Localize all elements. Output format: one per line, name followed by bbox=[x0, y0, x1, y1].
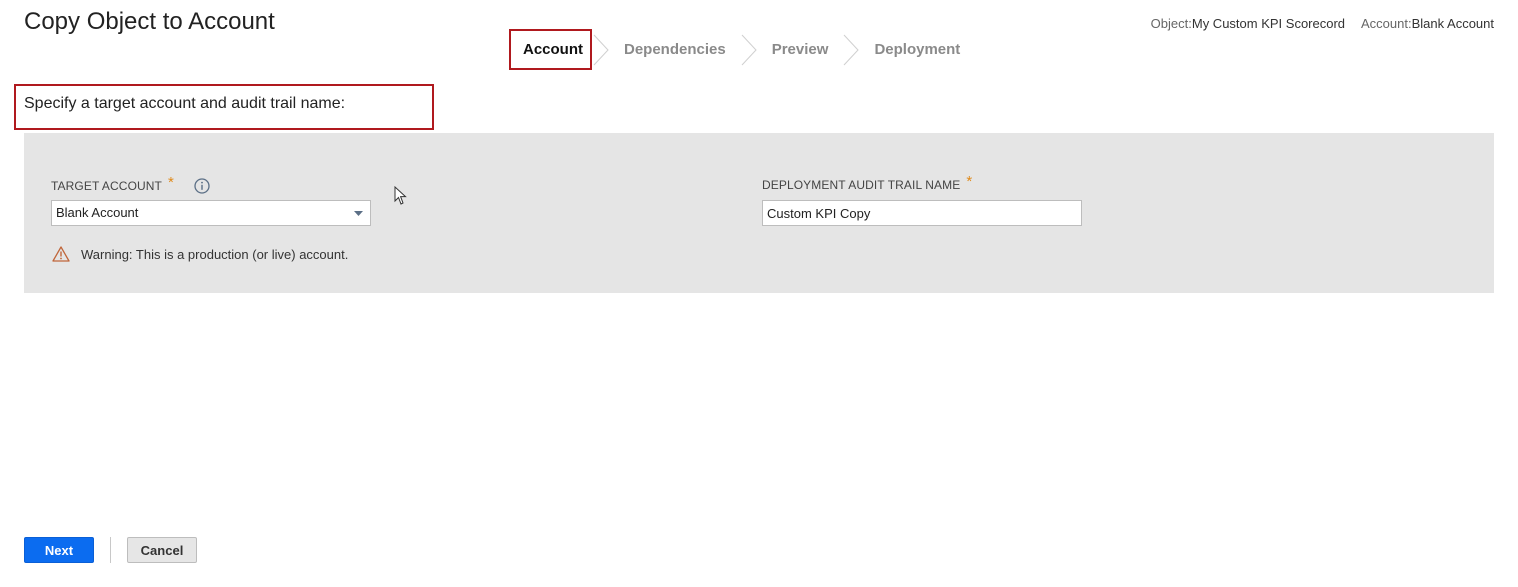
production-warning: Warning: This is a production (or live) … bbox=[52, 246, 348, 262]
account-context-value: Blank Account bbox=[1411, 16, 1494, 31]
chevron-right-icon bbox=[740, 33, 758, 67]
warning-icon bbox=[52, 246, 70, 262]
target-account-label: TARGET ACCOUNT * bbox=[51, 174, 210, 194]
step-account[interactable]: Account bbox=[509, 29, 592, 70]
next-button[interactable]: Next bbox=[24, 537, 94, 563]
step-preview[interactable]: Preview bbox=[758, 29, 843, 71]
page-title: Copy Object to Account bbox=[24, 8, 275, 35]
form-panel: TARGET ACCOUNT * Blank Account DEPLOYMEN… bbox=[24, 133, 1494, 293]
step-deployment[interactable]: Deployment bbox=[860, 29, 974, 71]
wizard-steps: Account Dependencies Preview Deployment bbox=[509, 27, 974, 72]
account-context-label: Account: bbox=[1361, 16, 1412, 31]
warning-text: Warning: This is a production (or live) … bbox=[81, 246, 349, 262]
required-mark: * bbox=[966, 173, 973, 190]
required-mark: * bbox=[167, 174, 174, 191]
object-context: Object:My Custom KPI Scorecord bbox=[1151, 16, 1345, 31]
object-context-value: My Custom KPI Scorecord bbox=[1191, 16, 1346, 31]
caret-down-icon bbox=[354, 211, 363, 216]
audit-trail-name-input[interactable] bbox=[762, 200, 1082, 226]
context-info: Object:My Custom KPI Scorecord Account:B… bbox=[1151, 16, 1494, 31]
chevron-right-icon bbox=[842, 33, 860, 67]
audit-trail-label-text: DEPLOYMENT AUDIT TRAIL NAME bbox=[762, 178, 961, 192]
target-account-label-text: TARGET ACCOUNT bbox=[51, 179, 162, 193]
audit-trail-label: DEPLOYMENT AUDIT TRAIL NAME * bbox=[762, 173, 973, 192]
target-account-value: Blank Account bbox=[56, 205, 139, 220]
account-context: Account:Blank Account bbox=[1361, 16, 1494, 31]
button-divider bbox=[110, 537, 111, 563]
step-dependencies[interactable]: Dependencies bbox=[610, 29, 740, 71]
cancel-button[interactable]: Cancel bbox=[127, 537, 197, 563]
instruction-text: Specify a target account and audit trail… bbox=[24, 95, 346, 112]
info-icon[interactable] bbox=[194, 178, 210, 194]
instruction-box: Specify a target account and audit trail… bbox=[14, 84, 434, 130]
target-account-select[interactable]: Blank Account bbox=[51, 200, 371, 226]
object-context-label: Object: bbox=[1150, 16, 1192, 31]
chevron-right-icon bbox=[592, 33, 610, 67]
mouse-cursor-icon bbox=[394, 186, 407, 205]
